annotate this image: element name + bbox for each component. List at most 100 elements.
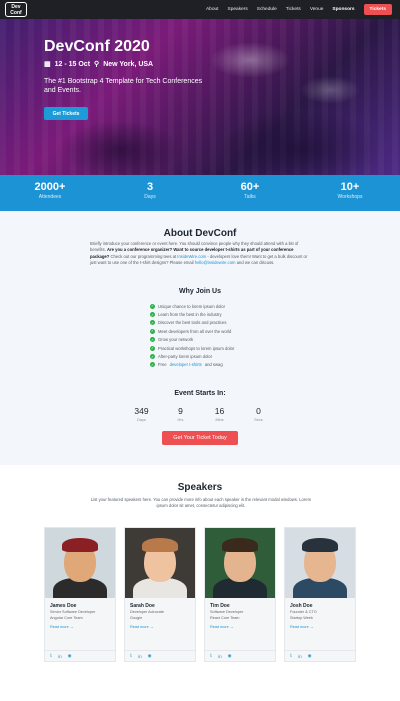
nav-link-tickets[interactable]: Tickets	[286, 7, 301, 12]
linkedin-icon[interactable]: in	[58, 654, 62, 659]
countdown-value: 349	[134, 406, 149, 416]
list-item-text: Practical workshops to lorem ipsum dolor	[158, 345, 235, 351]
linkedin-icon[interactable]: in	[218, 654, 222, 659]
speaker-name: Josh Doe	[290, 603, 313, 609]
twitter-icon[interactable]: 𝕥	[130, 653, 132, 659]
speaker-photo	[125, 528, 195, 598]
github-icon[interactable]: ◉	[228, 653, 232, 659]
hero-title: DevConf 2020	[44, 38, 150, 55]
list-item-text: After-party lorem ipsum dolor	[158, 354, 212, 360]
nav-link-about[interactable]: About	[206, 7, 219, 12]
get-tickets-button[interactable]: Get Tickets	[44, 107, 88, 120]
nav-tickets-button[interactable]: Tickets	[363, 4, 392, 15]
speaker-card[interactable]: Josh Doe Founder & CTO Startup Week Read…	[284, 527, 356, 662]
stat-label: Attendees	[38, 194, 62, 200]
github-icon[interactable]: ◉	[148, 653, 152, 659]
hero-section: Dev Conf About Speakers Schedule Tickets…	[0, 0, 400, 175]
list-item: ✓ Unique chance to lorem ipsum dolor	[150, 302, 234, 310]
get-ticket-button[interactable]: Get Your Ticket Today	[162, 431, 238, 445]
linkedin-icon[interactable]: in	[298, 654, 302, 659]
navbar: Dev Conf About Speakers Schedule Tickets…	[0, 0, 400, 19]
read-more-link[interactable]: Read more →	[285, 621, 355, 629]
social-links: 𝕥 in ◉	[285, 650, 355, 661]
github-icon[interactable]: ◉	[68, 653, 72, 659]
countdown-hours: 9 Hrs	[161, 406, 200, 422]
speaker-name: Sarah Doe	[130, 603, 155, 609]
speaker-name: Tim Doe	[210, 603, 230, 609]
list-item: ✓ Meet developers from all over the world	[150, 327, 234, 335]
insidewire-link[interactable]: InsideWire.com	[177, 254, 206, 259]
twitter-icon[interactable]: 𝕥	[210, 653, 212, 659]
speakers-description: List your featured speakers here. You ca…	[90, 497, 312, 509]
nav-link-schedule[interactable]: Schedule	[257, 7, 277, 12]
stat-value: 3	[146, 181, 154, 193]
list-item-text: Discover the best tools and practices	[158, 320, 227, 326]
twitter-icon[interactable]: 𝕥	[50, 653, 52, 659]
calendar-icon: ▦	[44, 61, 51, 68]
speaker-card[interactable]: Sarah Doe Developer Advocate Google Read…	[124, 527, 196, 662]
check-icon: ✓	[150, 328, 155, 334]
list-item-text: Meet developers from all over the world	[158, 328, 232, 334]
stat-talks: 60+ Talks	[200, 175, 300, 211]
read-more-link[interactable]: Read more →	[125, 621, 195, 629]
list-item: ✓ Practical workshops to lorem ipsum dolo…	[150, 344, 234, 352]
stat-attendees: 2000+ Attendees	[0, 175, 100, 211]
countdown-days: 349 Days	[122, 406, 161, 422]
read-more-link[interactable]: Read more →	[45, 621, 115, 629]
about-title: About DevConf	[163, 228, 237, 239]
event-date: 12 - 15 Oct	[54, 60, 91, 68]
linkedin-icon[interactable]: in	[138, 654, 142, 659]
why-join-title: Why Join Us	[178, 288, 221, 295]
check-icon: ✓	[150, 362, 155, 368]
speaker-name: James Doe	[50, 603, 77, 609]
read-more-link[interactable]: Read more →	[205, 621, 275, 629]
nav-link-venue[interactable]: Venue	[310, 7, 324, 12]
stat-days: 3 Days	[100, 175, 200, 211]
list-item: ✓ Free developer t-shirts and swag	[150, 361, 234, 369]
map-pin-icon: ⚲	[94, 61, 100, 68]
list-item-text: Unique chance to lorem ipsum dolor	[158, 303, 226, 309]
stat-label: Workshops	[337, 194, 363, 200]
nav-link-sponsors[interactable]: Sponsors	[332, 7, 354, 12]
list-item: ✓ Grow your network	[150, 336, 234, 344]
list-item-text-prefix: Free	[158, 362, 167, 368]
github-icon[interactable]: ◉	[308, 653, 312, 659]
list-item: ✓ After-party lorem ipsum dolor	[150, 352, 234, 360]
twitter-icon[interactable]: 𝕥	[290, 653, 292, 659]
stats-band: 2000+ Attendees 3 Days 60+ Talks 10+ Wor…	[0, 175, 400, 211]
countdown-minutes: 16 Mins	[200, 406, 239, 422]
speaker-card[interactable]: James Doe Senior Software Developer Angu…	[44, 527, 116, 662]
nav-links: About Speakers Schedule Tickets Venue Sp…	[206, 0, 392, 19]
tshirts-link[interactable]: developer t-shirts	[170, 362, 202, 367]
speaker-photo	[285, 528, 355, 598]
stat-workshops: 10+ Workshops	[300, 175, 400, 211]
about-text: Briefly introduce your conference or eve…	[90, 241, 312, 267]
check-icon: ✓	[150, 337, 155, 343]
about-text-2: Check out our programming tees at	[109, 253, 178, 259]
stat-value: 10+	[340, 181, 360, 193]
list-item-text: Learn from the best in the industry	[158, 312, 222, 318]
about-text-4: and we can discuss.	[235, 260, 275, 266]
countdown: 349 Days 9 Hrs 16 Mins 0 Secs	[122, 406, 278, 422]
site-logo[interactable]: Dev Conf	[5, 2, 27, 17]
list-item-text-suffix: and swag	[204, 362, 223, 368]
countdown-value: 16	[214, 406, 225, 416]
speaker-photo	[205, 528, 275, 598]
list-item: ✓ Learn from the best in the industry	[150, 310, 234, 318]
hero-meta: ▦ 12 - 15 Oct ⚲ New York, USA	[44, 60, 153, 69]
list-item: ✓ Discover the best tools and practices	[150, 319, 234, 327]
check-icon: ✓	[150, 345, 155, 351]
check-icon: ✓	[150, 354, 155, 360]
social-links: 𝕥 in ◉	[205, 650, 275, 661]
check-icon: ✓	[150, 303, 155, 309]
email-link[interactable]: hello@insidewire.com	[195, 260, 236, 265]
stat-value: 2000+	[34, 181, 66, 193]
speaker-card[interactable]: Tim Doe Software Developer React Core Te…	[204, 527, 276, 662]
speakers-title: Speakers	[177, 482, 223, 493]
countdown-value: 9	[178, 406, 183, 416]
social-links: 𝕥 in ◉	[45, 650, 115, 661]
stat-label: Talks	[244, 194, 256, 200]
nav-link-speakers[interactable]: Speakers	[228, 7, 248, 12]
countdown-label: Hrs	[177, 418, 184, 422]
stat-label: Days	[144, 194, 156, 200]
